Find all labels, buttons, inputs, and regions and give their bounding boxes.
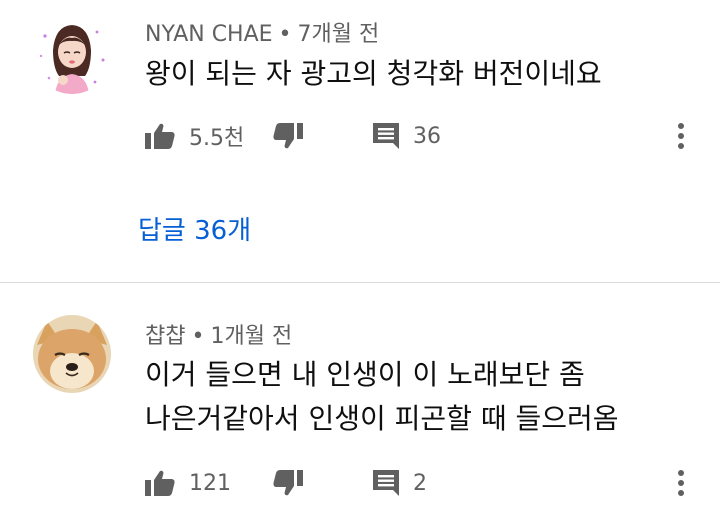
meta-separator: • <box>278 22 292 47</box>
comment-item: 챱챱 • 1개월 전 이거 들으면 내 인생이 이 노래보단 좀 나은거같아서 인생… <box>0 283 720 517</box>
like-button[interactable]: 5.5천 <box>145 118 244 154</box>
dislike-button[interactable] <box>273 118 303 154</box>
comment-time[interactable]: 1개월 전 <box>210 324 292 349</box>
reply-count: 2 <box>413 470 427 496</box>
comment-meta: NYAN CHAE • 7개월 전 <box>145 16 379 48</box>
avatar-shiba-dog-icon <box>33 315 111 393</box>
like-button[interactable]: 121 <box>145 465 231 501</box>
comment-text: 왕이 되는 자 광고의 청각화 버전이네요 <box>145 52 602 96</box>
comment-text: 이거 들으면 내 인생이 이 노래보단 좀 나은거같아서 인생이 피곤할 때 들… <box>145 353 619 441</box>
thumbs-down-icon <box>273 470 303 496</box>
more-actions-button[interactable] <box>677 118 685 154</box>
like-count: 5.5천 <box>189 126 245 151</box>
more-vertical-icon <box>678 470 684 496</box>
author-name[interactable]: NYAN CHAE <box>145 22 273 47</box>
comment-line: 이거 들으면 내 인생이 이 노래보단 좀 <box>145 358 585 391</box>
comment-meta: 챱챱 • 1개월 전 <box>145 318 292 350</box>
comment-line: 나은거같아서 인생이 피곤할 때 들으러옴 <box>145 402 619 435</box>
thumbs-down-icon <box>273 123 303 149</box>
thumbs-up-icon <box>145 123 175 149</box>
avatar[interactable] <box>33 16 111 94</box>
comment-actions: 121 2 <box>145 465 705 501</box>
comment-icon <box>373 470 399 496</box>
author-name[interactable]: 챱챱 <box>145 324 185 349</box>
reply-button[interactable]: 36 <box>373 118 441 154</box>
more-actions-button[interactable] <box>677 465 685 501</box>
thumbs-up-icon <box>145 470 175 496</box>
comment-item: NYAN CHAE • 7개월 전 왕이 되는 자 광고의 청각화 버전이네요 5.… <box>0 0 720 282</box>
more-vertical-icon <box>678 123 684 149</box>
comment-time[interactable]: 7개월 전 <box>298 22 380 47</box>
reply-button[interactable]: 2 <box>373 465 427 501</box>
like-count: 121 <box>189 470 231 496</box>
view-replies-link[interactable]: 답글 36개 <box>138 210 251 247</box>
comment-icon <box>373 123 399 149</box>
avatar-girl-cartoon-icon <box>33 16 111 94</box>
reply-count: 36 <box>413 123 441 149</box>
comment-actions: 5.5천 36 <box>145 118 705 154</box>
comment-line: 왕이 되는 자 광고의 청각화 버전이네요 <box>145 57 602 90</box>
meta-separator: • <box>191 324 205 349</box>
dislike-button[interactable] <box>273 465 303 501</box>
avatar[interactable] <box>33 315 111 393</box>
